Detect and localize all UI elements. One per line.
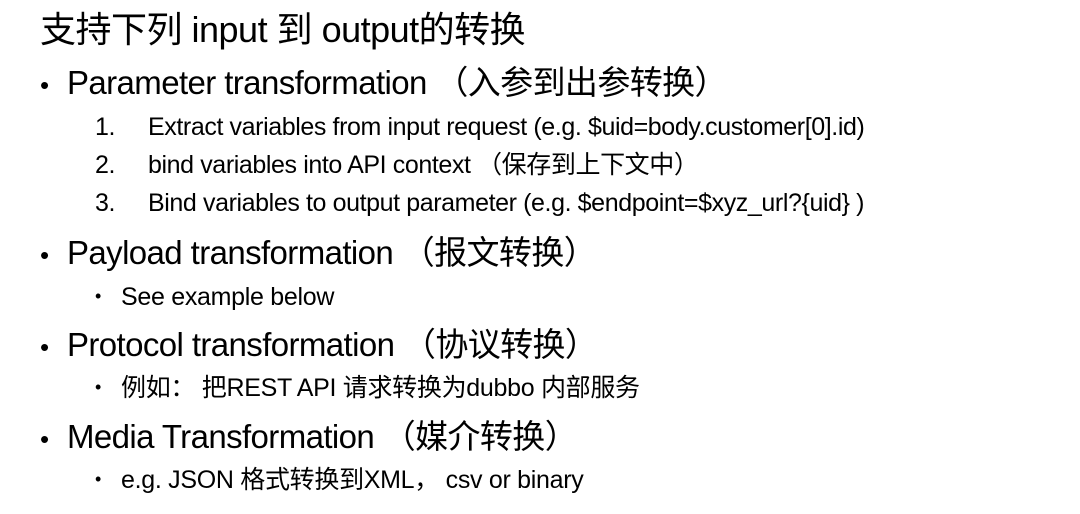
bullet-icon: • xyxy=(40,424,49,454)
bullet-payload-transformation: • Payload transformation （报文转换） xyxy=(40,233,597,275)
numbered-item-1: 1. Extract variables from input request (… xyxy=(95,110,865,144)
sub-bullet-media-example: • e.g. JSON 格式转换到XML， csv or binary xyxy=(95,462,584,497)
bullet-media-transformation: • Media Transformation （媒介转换） xyxy=(40,417,578,459)
item-text: Bind variables to output parameter (e.g.… xyxy=(148,189,865,217)
sub-bullet-protocol-example: • 例如： 把REST API 请求转换为dubbo 内部服务 xyxy=(95,370,640,405)
bullet-protocol-transformation: • Protocol transformation （协议转换） xyxy=(40,325,598,367)
sub-bullet-text: 例如： 把REST API 请求转换为dubbo 内部服务 xyxy=(121,374,640,402)
bullet-icon: • xyxy=(40,70,49,100)
numbered-item-2: 2. bind variables into API context （保存到上下… xyxy=(95,148,699,182)
bullet-icon: • xyxy=(40,240,49,270)
bullet-parameter-transformation: • Parameter transformation （入参到出参转换） xyxy=(40,63,728,105)
item-number: 1. xyxy=(95,113,116,141)
bullet-text: Protocol transformation （协议转换） xyxy=(67,326,598,363)
bullet-icon: • xyxy=(40,332,49,362)
sub-bullet-icon: • xyxy=(95,469,102,489)
slide-title: 支持下列 input 到 output的转换 xyxy=(40,9,526,50)
bullet-text: Payload transformation （报文转换） xyxy=(67,234,597,271)
slide: 支持下列 input 到 output的转换 • Parameter transf… xyxy=(0,0,1080,514)
item-text: bind variables into API context （保存到上下文中… xyxy=(148,151,699,179)
bullet-text: Parameter transformation （入参到出参转换） xyxy=(67,64,728,101)
bullet-text: Media Transformation （媒介转换） xyxy=(67,418,578,455)
item-number: 3. xyxy=(95,189,116,217)
sub-bullet-text: See example below xyxy=(121,283,335,311)
item-text: Extract variables from input request (e.… xyxy=(148,113,865,141)
item-number: 2. xyxy=(95,151,116,179)
sub-bullet-icon: • xyxy=(95,286,102,306)
sub-bullet-icon: • xyxy=(95,377,102,397)
sub-bullet-text: e.g. JSON 格式转换到XML， csv or binary xyxy=(121,466,584,494)
numbered-item-3: 3. Bind variables to output parameter (e.… xyxy=(95,186,864,220)
sub-bullet-see-example: • See example below xyxy=(95,279,334,314)
